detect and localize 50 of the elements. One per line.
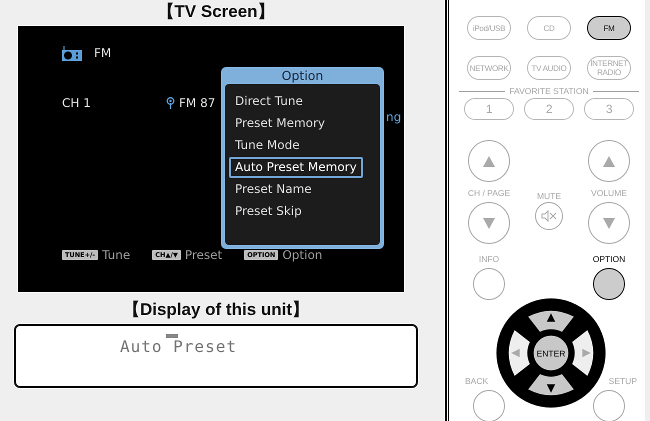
section-heading: 【TV Screen】: [156, 2, 276, 22]
up-triangle-icon: [603, 156, 615, 166]
status-text: ng: [386, 109, 402, 126]
hint-label: Option: [282, 247, 322, 264]
volume-down-button[interactable]: [588, 202, 630, 244]
option-button[interactable]: [593, 268, 625, 300]
button-label: OPTION: [592, 254, 626, 264]
info-button[interactable]: [473, 268, 505, 300]
menu-item[interactable]: Direct Tune: [229, 91, 309, 112]
dpad-down-button[interactable]: [528, 374, 574, 396]
button-label: MUTE: [536, 191, 562, 201]
channel-down-button[interactable]: [468, 202, 510, 244]
hint-label: Tune: [102, 247, 130, 264]
section-heading: 【Display of this unit】: [122, 300, 310, 320]
mute-icon: [541, 210, 557, 222]
menu-item[interactable]: Auto Preset Memory: [229, 157, 363, 178]
enter-label: ENTER: [536, 348, 566, 358]
button-label: INFO: [478, 254, 500, 264]
indicator-icon: [166, 334, 178, 338]
mute-button[interactable]: [535, 202, 563, 230]
button-label: CH / PAGE: [468, 188, 510, 198]
down-triangle-icon: [603, 218, 615, 228]
direction-pad[interactable]: ENTER: [496, 298, 606, 408]
source-button[interactable]: FM: [587, 16, 631, 40]
menu-item[interactable]: Preset Name: [229, 179, 318, 200]
setup-button[interactable]: [593, 390, 625, 421]
channel-label: CH 1: [62, 95, 92, 112]
menu-item[interactable]: Preset Memory: [229, 113, 332, 134]
back-button[interactable]: [473, 390, 505, 421]
hint-label: Preset: [184, 247, 222, 264]
button-label: BACK: [465, 376, 488, 386]
down-triangle-icon: [483, 218, 495, 228]
button-label: SETUP: [608, 376, 637, 386]
antenna-icon: [166, 97, 175, 109]
volume-up-button[interactable]: [588, 140, 630, 182]
frequency-label: FM 87: [179, 95, 216, 112]
display-text: Auto Preset: [120, 338, 238, 356]
dpad-up-button[interactable]: [528, 310, 574, 332]
group-label: FAVORITE STATION: [509, 86, 589, 96]
menu-item[interactable]: Preset Skip: [229, 201, 308, 222]
enter-button[interactable]: [532, 334, 570, 372]
dpad-left-button[interactable]: [508, 330, 530, 376]
source-label: FM: [94, 45, 112, 62]
up-triangle-icon: [483, 156, 495, 166]
channel-up-button[interactable]: [468, 140, 510, 182]
radio-icon: [62, 46, 82, 60]
button-label: VOLUME: [591, 188, 627, 198]
menu-title: Option: [280, 67, 324, 84]
dpad-right-button[interactable]: [572, 330, 594, 376]
menu-item[interactable]: Tune Mode: [229, 135, 306, 156]
